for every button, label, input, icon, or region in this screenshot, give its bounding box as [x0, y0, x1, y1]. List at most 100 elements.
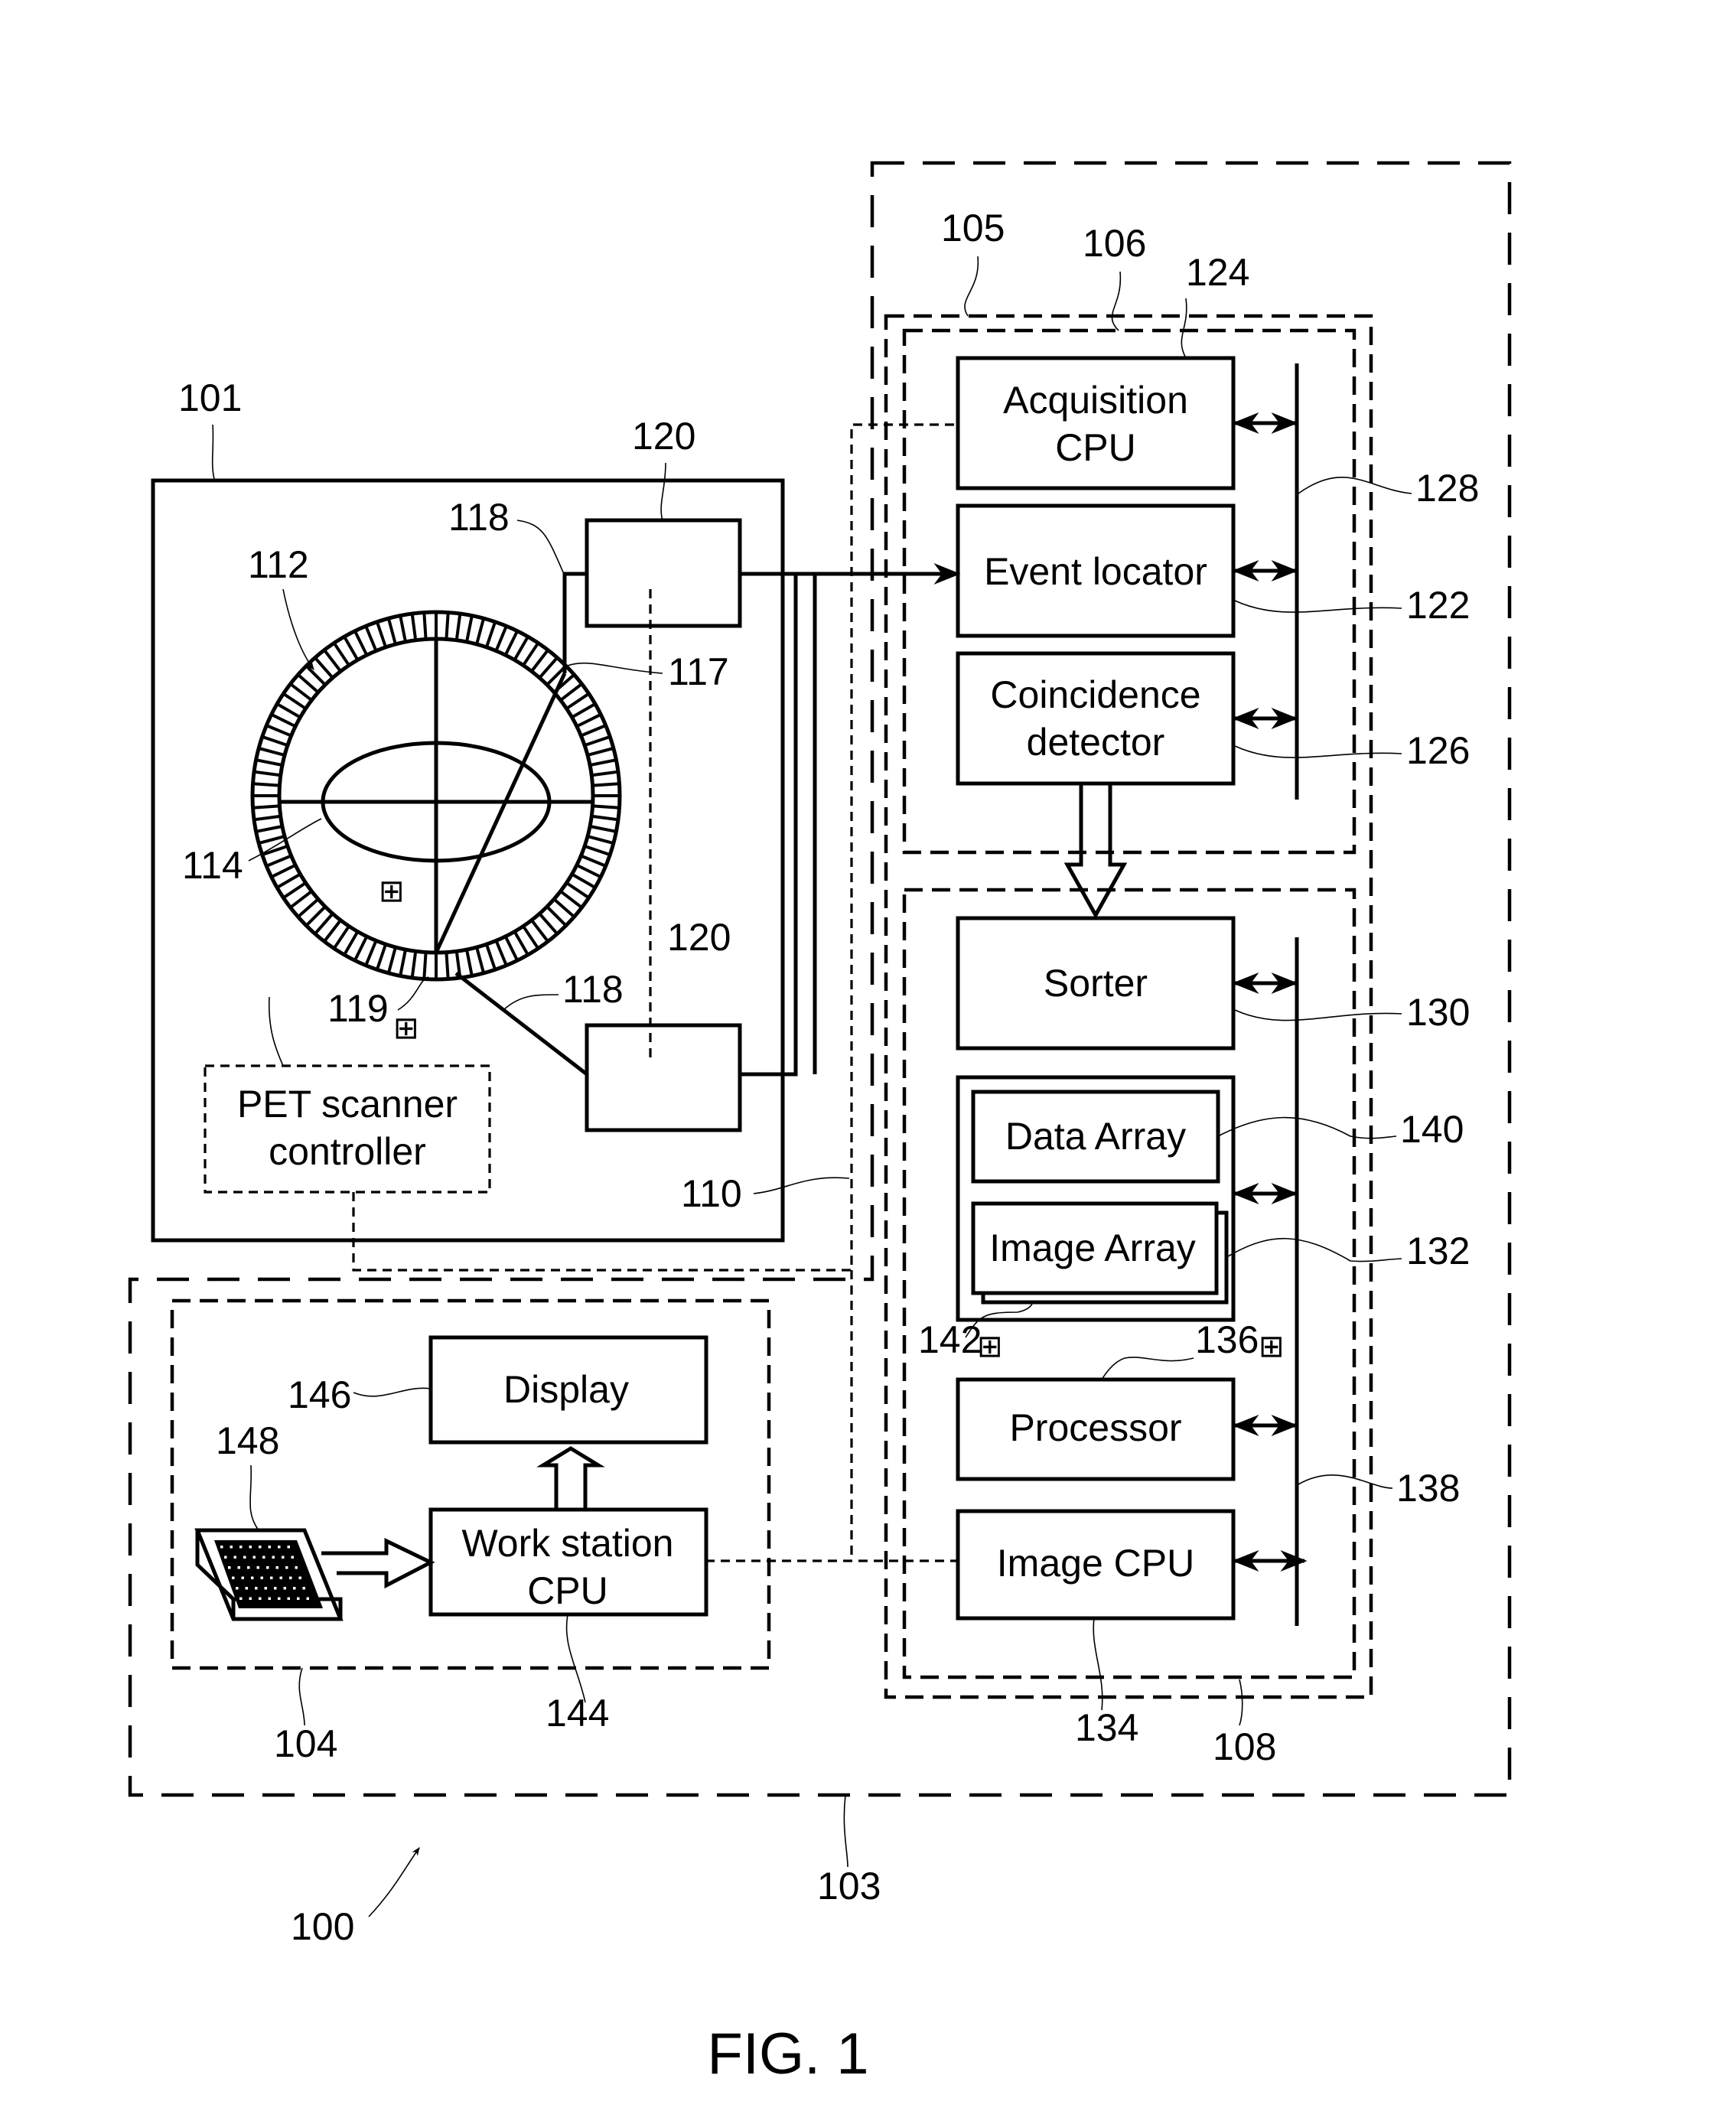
detector-segment	[258, 746, 285, 757]
detector-segment	[589, 825, 617, 833]
keyboard-key	[239, 1597, 243, 1600]
ref-140: 140	[1400, 1108, 1464, 1151]
detector-segment	[323, 919, 342, 943]
detector-segment	[538, 656, 559, 679]
ref-101: 101	[178, 376, 242, 419]
ref-130: 130	[1406, 991, 1470, 1034]
ref-120-upper: 120	[632, 415, 695, 458]
detector-segment	[333, 925, 350, 950]
keyboard-key	[278, 1597, 281, 1600]
detector-segment	[445, 612, 450, 640]
ref-118-upper: 118	[448, 496, 510, 539]
detector-segment	[343, 930, 360, 956]
keyboard-key	[285, 1566, 288, 1569]
detector-segment	[262, 735, 288, 747]
detector-segment	[513, 930, 529, 956]
ref-124: 124	[1186, 251, 1249, 294]
coincidence-detector-line2: detector	[1027, 721, 1165, 764]
gantry-101	[151, 478, 785, 1243]
detector-segment	[353, 630, 369, 656]
keyboard-key	[249, 1597, 252, 1600]
detector-segment	[575, 713, 602, 728]
detector-segment	[559, 890, 583, 909]
acquisition-cpu-line2: CPU	[1055, 426, 1136, 469]
keyboard-key	[249, 1546, 252, 1549]
keyboard-key	[278, 1546, 281, 1549]
detector-segment	[314, 656, 334, 679]
ref-138: 138	[1396, 1467, 1460, 1510]
detector-segment	[592, 782, 620, 787]
ref-136: 136	[1195, 1318, 1259, 1361]
figure-caption: FIG. 1	[707, 2021, 868, 2087]
ref-112: 112	[248, 543, 309, 586]
detector-segment	[399, 615, 407, 643]
detector-lead-upper	[562, 572, 587, 673]
keyboard-key	[224, 1556, 227, 1559]
detector-segment	[297, 673, 320, 694]
boxed-plus-icon: ⊞	[379, 875, 405, 908]
keyboard-key	[245, 1587, 248, 1590]
detector-segment	[571, 872, 596, 889]
detector-segment	[565, 881, 590, 899]
keyboard-key	[302, 1587, 305, 1590]
keyboard-key	[247, 1566, 250, 1569]
pet-scanner-controller-line2: controller	[269, 1130, 426, 1173]
detector-segment	[552, 898, 575, 918]
detector-segment	[422, 612, 428, 640]
detector-segment	[386, 946, 397, 974]
detector-segment	[475, 617, 486, 645]
detector-segment	[580, 854, 607, 868]
ref-132: 132	[1406, 1230, 1470, 1272]
detector-segment	[465, 949, 474, 976]
detector-segment	[353, 935, 369, 962]
detector-segment	[584, 735, 611, 747]
keyboard-key	[297, 1597, 300, 1600]
detector-segment	[265, 724, 292, 738]
keyboard-key	[306, 1597, 309, 1600]
ref-134: 134	[1075, 1706, 1138, 1749]
detector-segment	[282, 692, 307, 710]
detector-segment	[522, 642, 539, 666]
ref-114: 114	[182, 844, 243, 887]
detector-segment	[485, 621, 497, 648]
workstation-cpu-line2: CPU	[527, 1569, 608, 1612]
detector-segment	[445, 952, 450, 979]
keyboard-key	[287, 1546, 290, 1549]
detector-segment	[270, 863, 297, 878]
detector-segment	[591, 814, 619, 822]
ref-128: 128	[1415, 467, 1479, 510]
keyboard-key	[262, 1556, 265, 1559]
keyboard-key	[243, 1556, 246, 1559]
keyboard-key	[287, 1597, 290, 1600]
boxed-plus-icon: ⊞	[1259, 1330, 1285, 1363]
detector-segment	[305, 664, 327, 686]
detector-segment	[587, 835, 614, 845]
ref-103: 103	[817, 1865, 881, 1907]
boxed-plus-icon: ⊞	[393, 1012, 419, 1045]
keyboard-key	[274, 1587, 277, 1590]
detector-segment	[592, 804, 620, 810]
pet-system-diagram: PET scanner controller Acquisition CPU E…	[128, 161, 1512, 2087]
keyboard-key	[241, 1576, 244, 1579]
ref-117: 117	[668, 650, 729, 693]
keyboard-key	[259, 1546, 262, 1549]
detector-segment	[262, 845, 288, 857]
detector-segment	[253, 770, 282, 777]
ref-146: 146	[288, 1373, 351, 1416]
event-locator-label: Event locator	[984, 550, 1207, 593]
detector-segment	[410, 950, 418, 979]
ref-105: 105	[941, 207, 1005, 249]
processor-label: Processor	[1009, 1406, 1181, 1449]
detector-segment	[422, 952, 428, 979]
keyboard-key	[260, 1576, 263, 1579]
detector-segment	[454, 613, 462, 641]
data-array-label: Data Array	[1005, 1115, 1186, 1158]
keyboard-key	[259, 1597, 262, 1600]
keyboard-to-cpu-arrow	[321, 1538, 435, 1589]
keyboard-key	[232, 1576, 235, 1579]
sorter-label: Sorter	[1044, 962, 1148, 1005]
ref-106: 106	[1083, 222, 1146, 265]
image-cpu-label: Image CPU	[997, 1542, 1194, 1585]
keyboard-key	[289, 1576, 292, 1579]
detector-segment	[522, 925, 539, 950]
